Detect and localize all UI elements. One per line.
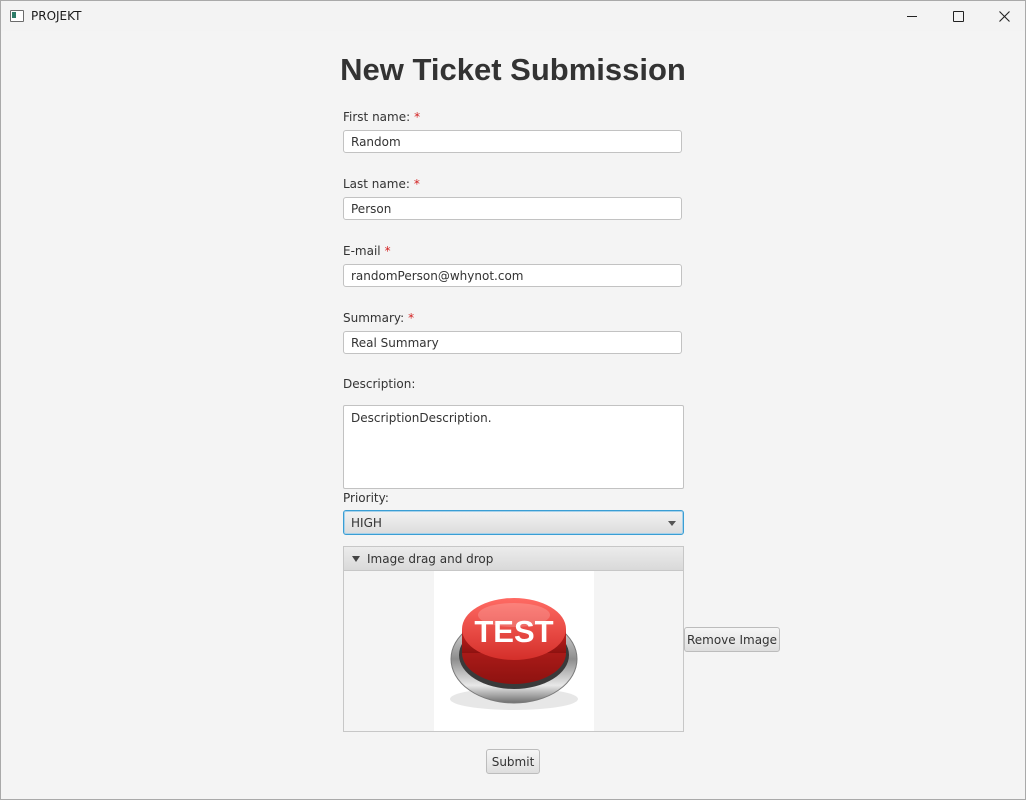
test-image-text: TEST: [474, 614, 553, 649]
required-marker: *: [408, 311, 415, 325]
test-button-image: TEST: [450, 598, 578, 710]
description-label: Description:: [343, 377, 416, 391]
page-title: New Ticket Submission: [340, 52, 686, 87]
minimize-button[interactable]: [889, 1, 935, 31]
first-name-label-text: First name:: [343, 110, 411, 124]
image-dropzone-header[interactable]: Image drag and drop: [343, 546, 684, 571]
first-name-label: First name: *: [343, 110, 420, 124]
submit-button[interactable]: Submit: [486, 749, 540, 774]
email-label-text: E-mail: [343, 244, 381, 258]
summary-label: Summary: *: [343, 311, 414, 325]
window-title: PROJEKT: [31, 9, 82, 23]
app-icon: [10, 10, 24, 22]
required-marker: *: [414, 110, 421, 124]
maximize-icon: [952, 10, 964, 22]
minimize-icon: [907, 15, 917, 17]
collapse-triangle-icon: [352, 556, 360, 562]
close-icon: [998, 10, 1010, 22]
summary-label-text: Summary:: [343, 311, 405, 325]
dropped-image: TEST: [434, 571, 594, 731]
description-textarea[interactable]: DescriptionDescription.: [343, 405, 684, 489]
chevron-down-icon: [668, 521, 676, 526]
priority-label: Priority:: [343, 491, 389, 505]
priority-select[interactable]: HIGH: [343, 510, 684, 535]
first-name-input[interactable]: [343, 130, 682, 153]
maximize-button[interactable]: [935, 1, 981, 31]
last-name-label: Last name: *: [343, 177, 420, 191]
title-bar[interactable]: PROJEKT: [1, 1, 1025, 31]
email-label: E-mail *: [343, 244, 391, 258]
image-dropzone-title: Image drag and drop: [367, 552, 494, 566]
email-input[interactable]: [343, 264, 682, 287]
remove-image-button[interactable]: Remove Image: [684, 627, 780, 652]
priority-selected-value: HIGH: [351, 516, 382, 530]
last-name-input[interactable]: [343, 197, 682, 220]
required-marker: *: [413, 177, 420, 191]
last-name-label-text: Last name:: [343, 177, 410, 191]
summary-input[interactable]: [343, 331, 682, 354]
required-marker: *: [384, 244, 391, 258]
image-dropzone[interactable]: TEST: [343, 571, 684, 732]
close-button[interactable]: [981, 1, 1026, 31]
